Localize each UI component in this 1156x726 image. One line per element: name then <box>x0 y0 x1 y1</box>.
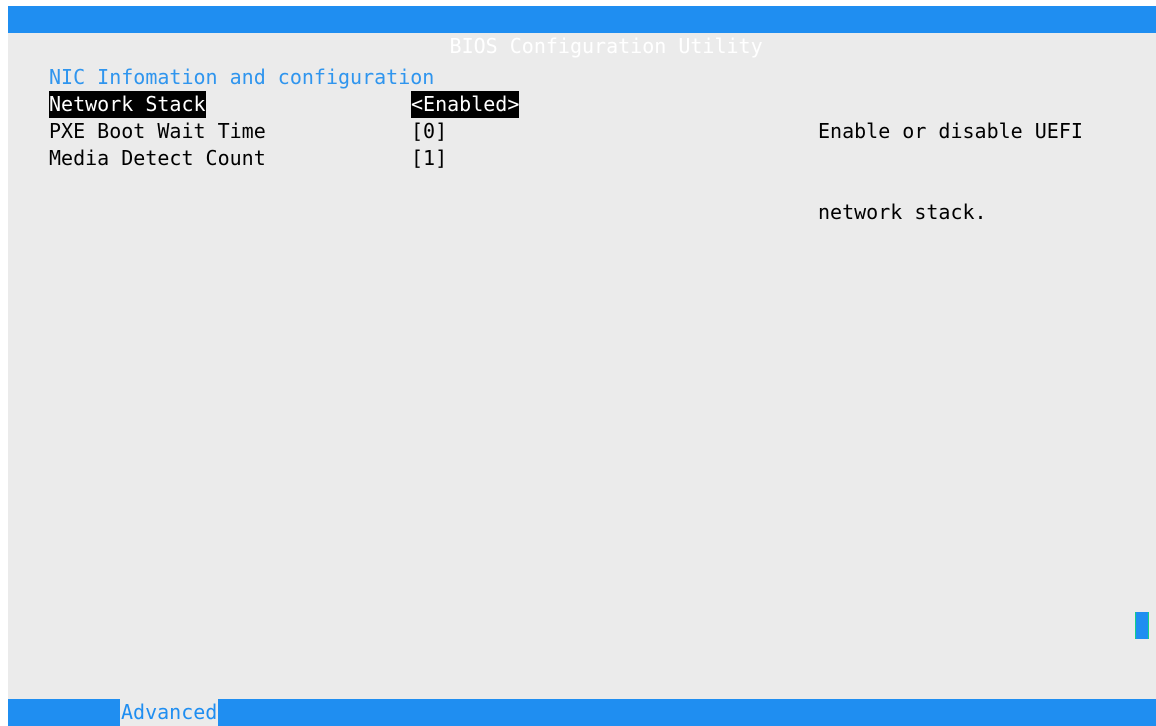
setting-value-selector[interactable]: <Enabled> <box>411 91 520 118</box>
setting-network-stack[interactable]: Network Stack <Enabled> <box>49 91 609 118</box>
app-title: BIOS Configuration Utility <box>449 34 763 58</box>
setting-value-field[interactable]: [0] <box>411 118 447 145</box>
help-panel: Enable or disable UEFI network stack. <box>818 64 1148 280</box>
help-text-line: network stack. <box>818 200 987 224</box>
setting-pxe-boot-wait-time[interactable]: PXE Boot Wait Time [0] <box>49 118 609 145</box>
setting-label: Media Detect Count <box>49 146 266 170</box>
setting-value-field[interactable]: [1] <box>411 145 447 172</box>
setting-label: PXE Boot Wait Time <box>49 119 266 143</box>
title-bar: BIOS Configuration Utility <box>8 6 1156 58</box>
bottom-menu-bar: Advanced <box>8 699 1156 726</box>
scroll-indicator <box>1135 612 1149 639</box>
bios-screen: BIOS Configuration Utility NIC Infomatio… <box>8 6 1156 726</box>
setting-media-detect-count[interactable]: Media Detect Count [1] <box>49 145 609 172</box>
help-text-line: Enable or disable UEFI <box>818 119 1083 143</box>
tab-advanced[interactable]: Advanced <box>120 699 219 726</box>
section-title: NIC Infomation and configuration <box>49 65 435 89</box>
setting-label: Network Stack <box>49 91 206 118</box>
